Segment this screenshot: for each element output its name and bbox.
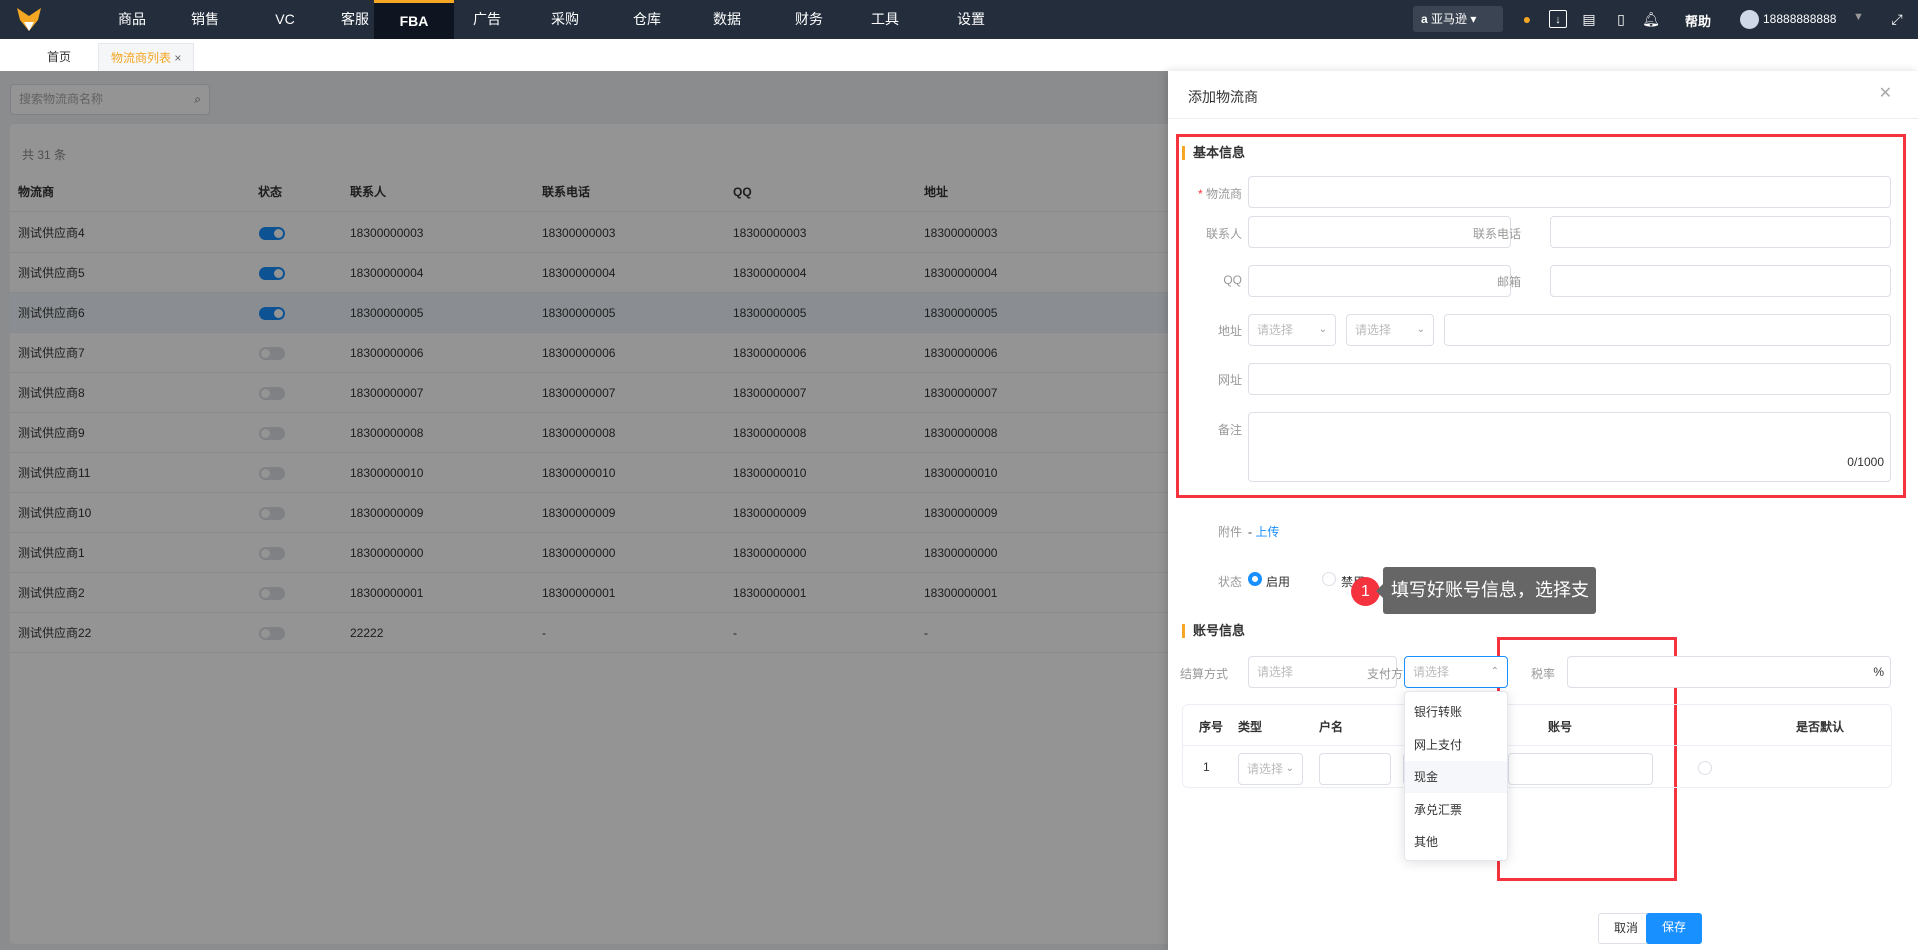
province-select[interactable]: 请选择 ⌄ [1248,314,1336,346]
bell-icon[interactable]: 🔔︎ [1642,10,1660,28]
label-settlement: 结算方式 [1179,667,1228,681]
nav-item-8[interactable]: 数据 [692,0,762,39]
address-detail-input[interactable] [1444,314,1891,346]
account-name-input[interactable] [1319,753,1391,785]
select-placeholder: 请选择 [1257,323,1294,337]
chevron-down-icon: ⌄ [1285,763,1294,774]
amazon-icon: a [1421,12,1428,26]
payment-dropdown: 银行转账 网上支付 现金 承兑汇票 其他 [1404,691,1508,861]
user-name[interactable]: 18888888888 [1763,12,1836,26]
status-enabled-label[interactable]: 启用 [1266,573,1290,590]
chevron-up-icon: ⌃ [1490,666,1499,677]
required-mark: * [1197,187,1203,201]
payment-option[interactable]: 承兑汇票 [1405,794,1507,826]
logo-icon [17,8,41,31]
nav-item-11[interactable]: 设置 [936,0,1006,39]
label-email: 邮箱 [1496,275,1521,289]
char-count: 0/1000 [1847,455,1884,469]
type-select[interactable]: 请选择 ⌄ [1238,753,1303,785]
vendor-input[interactable] [1248,176,1891,208]
section-account-info: 账号信息 [1182,624,1245,638]
tab-bar: 首页 物流商列表 × [0,39,1918,71]
account-number-input[interactable] [1508,753,1653,785]
nav-item-6[interactable]: 采购 [530,0,600,39]
nav-item-5[interactable]: 广告 [452,0,522,39]
chevron-down-icon: ⌄ [1318,324,1327,335]
nav-item-2[interactable]: VC [250,0,320,39]
label-vendor: 物流商 [1205,187,1242,201]
percent-suffix: % [1873,665,1884,679]
row-index: 1 [1203,760,1210,774]
payment-option[interactable]: 其他 [1405,826,1507,858]
divider [1168,118,1918,119]
save-button[interactable]: 保存 [1646,913,1702,944]
default-radio[interactable] [1698,761,1712,775]
download-icon[interactable]: ↓ [1549,10,1567,28]
drawer-title: 添加物流商 [1188,89,1258,105]
nav-item-7[interactable]: 仓库 [612,0,682,39]
payment-option[interactable]: 银行转账 [1405,696,1507,728]
phone-input[interactable] [1550,216,1891,248]
add-document-icon[interactable]: ▤ [1580,10,1598,28]
section-basic-info: 基本信息 [1182,146,1245,160]
remark-textarea[interactable]: 0/1000 [1248,412,1891,482]
select-placeholder: 请选择 [1413,665,1450,679]
nav-item-4[interactable]: FBA [374,0,454,39]
mobile-icon[interactable]: ▯ [1612,10,1630,28]
select-placeholder: 请选择 [1355,323,1392,337]
column-header: 类型 [1238,720,1263,734]
account-table: 序号类型户名开户行账号是否默认 1 请选择⌄ [1182,704,1892,788]
label-phone: 联系电话 [1472,227,1521,241]
nav-item-1[interactable]: 销售 [170,0,240,39]
avatar[interactable] [1740,10,1759,29]
status-enabled-radio[interactable] [1248,572,1262,586]
tab-vendor-list[interactable]: 物流商列表 × [98,43,195,71]
add-vendor-drawer: 添加物流商 ✕ 基本信息 * 物流商 联系人 联系电话 QQ 邮箱 地址 请选择… [1168,71,1918,950]
upload-link[interactable]: 上传 [1255,525,1279,539]
column-header: 户名 [1319,720,1344,734]
email-input[interactable] [1550,265,1891,297]
column-header: 账号 [1548,720,1573,734]
column-header: 序号 [1199,720,1224,734]
city-select[interactable]: 请选择 ⌄ [1346,314,1434,346]
fullscreen-icon[interactable]: ⤢ [1888,10,1906,28]
tab-home[interactable]: 首页 [35,43,83,71]
label-address: 地址 [1217,324,1242,338]
attachment-empty: - [1248,525,1252,539]
nav-item-9[interactable]: 财务 [774,0,844,39]
modal-overlay[interactable] [0,71,1168,950]
column-header: 是否默认 [1796,720,1845,734]
label-attachment: 附件 [1217,525,1242,539]
tax-rate-input[interactable]: % [1567,656,1891,688]
label-status: 状态 [1217,575,1242,589]
tab-label: 物流商列表 [111,51,172,65]
payment-select[interactable]: 请选择 ⌃ [1404,656,1508,688]
divider [1183,745,1891,746]
label-website: 网址 [1217,373,1242,387]
chevron-down-icon[interactable]: ▼ [1853,11,1864,23]
select-placeholder: 请选择 [1247,762,1284,776]
payment-option[interactable]: 网上支付 [1405,729,1507,761]
select-placeholder: 请选择 [1257,665,1294,679]
nav-item-10[interactable]: 工具 [850,0,920,39]
label-remark: 备注 [1217,423,1242,437]
support-icon[interactable]: ● [1518,10,1536,28]
top-nav: 商品 销售 VC 客服 FBA 广告 采购 仓库 数据 财务 工具 设置 a 亚马逊 ▾ ● ↓ ▤ … [0,0,1918,39]
store-label: 亚马逊 [1431,12,1468,26]
label-tax: 税率 [1530,667,1555,681]
help-link[interactable]: 帮助 [1685,11,1711,30]
instruction-tooltip: 填写好账号信息，选择支付方式 [1376,567,1596,647]
label-contact: 联系人 [1205,227,1242,241]
label-qq: QQ [1223,273,1242,287]
payment-option[interactable]: 现金 [1405,761,1507,793]
nav-item-0[interactable]: 商品 [97,0,167,39]
store-selector[interactable]: a 亚马逊 ▾ [1413,6,1503,32]
close-tab-icon[interactable]: × [174,51,181,65]
website-input[interactable] [1248,363,1891,395]
chevron-down-icon: ⌄ [1416,324,1425,335]
close-icon[interactable]: ✕ [1879,83,1892,103]
status-disabled-radio[interactable] [1322,572,1336,586]
